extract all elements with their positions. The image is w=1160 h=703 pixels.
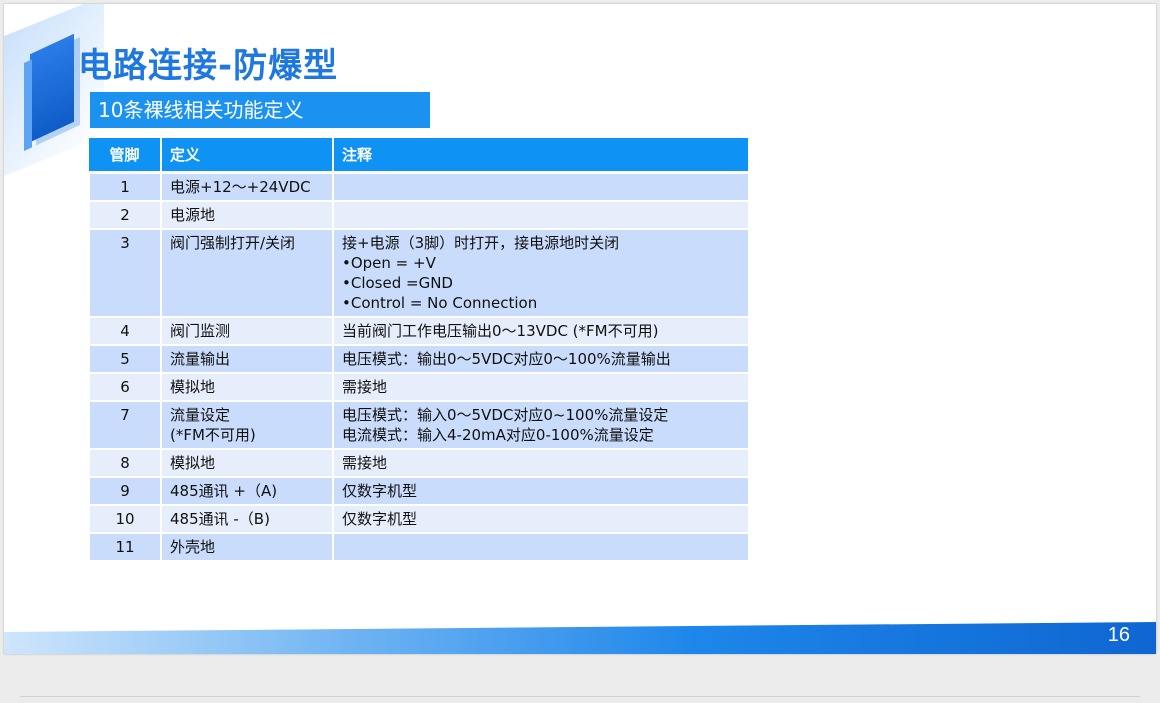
table-row: 10 485通讯 -（B) 仅数字机型	[88, 504, 750, 534]
table-row: 11 外壳地	[88, 532, 750, 562]
note-line: •Open = +V	[342, 254, 436, 272]
header-definition: 定义	[161, 138, 334, 174]
note-cell: 电压模式：输出0～5VDC对应0～100%流量输出	[332, 344, 750, 374]
section-subtitle: 10条裸线相关功能定义	[90, 92, 430, 128]
pin-number-cell: 5	[88, 344, 162, 374]
definition-line: 阀门强制打开/关闭	[170, 234, 296, 252]
note-line: 当前阀门工作电压输出0～13VDC (*FM不可用)	[342, 322, 659, 340]
definition-cell: 流量设定 (*FM不可用)	[160, 400, 334, 450]
note-line: 接+电源（3脚）时打开，接电源地时关闭	[342, 234, 620, 252]
definition-cell: 485通讯 -（B)	[160, 504, 334, 534]
note-cell: 仅数字机型	[332, 476, 750, 506]
slide: 电路连接-防爆型 10条裸线相关功能定义 管脚 定义 注释 1 电源+12～+24…	[4, 4, 1156, 654]
note-cell	[332, 171, 750, 202]
pin-number-cell: 6	[88, 372, 162, 402]
pin-number-cell: 4	[88, 316, 162, 346]
header-pin: 管脚	[89, 138, 162, 174]
note-line: •Closed =GND	[342, 274, 453, 292]
table-row: 3 阀门强制打开/关闭 接+电源（3脚）时打开，接电源地时关闭 •Open = +V •…	[88, 228, 750, 318]
note-line: 需接地	[342, 454, 388, 472]
definition-cell: 阀门监测	[160, 316, 334, 346]
pin-number-cell: 9	[88, 476, 162, 506]
note-line: 需接地	[342, 378, 388, 396]
definition-line: 流量输出	[170, 350, 231, 368]
pin-number-cell: 3	[88, 228, 162, 318]
definition-line: 485通讯 +（A)	[170, 482, 278, 500]
definition-cell: 电源地	[160, 200, 334, 230]
note-line: 电压模式：输出0～5VDC对应0～100%流量输出	[342, 350, 671, 368]
header-note: 注释	[333, 138, 750, 174]
note-line: •Control = No Connection	[342, 294, 538, 312]
note-cell: 需接地	[332, 372, 750, 402]
definition-line: 485通讯 -（B)	[170, 510, 270, 528]
note-line: 仅数字机型	[342, 510, 418, 528]
note-line: 电压模式：输入0～5VDC对应0~100%流量设定	[342, 406, 669, 424]
definition-line: 外壳地	[170, 538, 216, 556]
table-row: 6 模拟地 需接地	[88, 372, 750, 402]
note-cell	[332, 532, 750, 562]
table-row: 1 电源+12～+24VDC	[88, 171, 750, 202]
definition-cell: 485通讯 +（A)	[160, 476, 334, 506]
table-row: 9 485通讯 +（A) 仅数字机型	[88, 476, 750, 506]
definition-line: 流量设定	[170, 406, 231, 424]
definition-cell: 阀门强制打开/关闭	[160, 228, 334, 318]
table-header-row: 管脚 定义 注释	[89, 138, 750, 174]
pin-number-cell: 2	[88, 200, 162, 230]
definition-cell: 流量输出	[160, 344, 334, 374]
note-line: 电流模式：输入4-20mA对应0-100%流量设定	[342, 426, 654, 444]
pin-definition-table: 管脚 定义 注释 1 电源+12～+24VDC 2 电源地 3 阀门强制打开/关闭 接+…	[88, 138, 750, 562]
page-number: 16	[1107, 624, 1130, 646]
definition-cell: 模拟地	[160, 448, 334, 478]
definition-line: 阀门监测	[170, 322, 231, 340]
table-body: 1 电源+12～+24VDC 2 电源地 3 阀门强制打开/关闭 接+电源（3脚）时打开…	[88, 171, 750, 562]
table-row: 7 流量设定 (*FM不可用) 电压模式：输入0～5VDC对应0~100%流量设定 电流…	[88, 400, 750, 450]
note-cell: 需接地	[332, 448, 750, 478]
pin-number-cell: 7	[88, 400, 162, 450]
definition-line: 模拟地	[170, 378, 216, 396]
definition-cell: 模拟地	[160, 372, 334, 402]
footer-bar	[4, 622, 1156, 654]
note-cell: 电压模式：输入0～5VDC对应0~100%流量设定 电流模式：输入4-20mA对应…	[332, 400, 750, 450]
table-row: 8 模拟地 需接地	[88, 448, 750, 478]
definition-line: (*FM不可用)	[170, 426, 256, 444]
note-line: 仅数字机型	[342, 482, 418, 500]
slide-title: 电路连接-防爆型	[78, 46, 339, 86]
definition-cell: 外壳地	[160, 532, 334, 562]
pin-number-cell: 8	[88, 448, 162, 478]
note-cell	[332, 200, 750, 230]
note-cell: 当前阀门工作电压输出0～13VDC (*FM不可用)	[332, 316, 750, 346]
note-cell: 接+电源（3脚）时打开，接电源地时关闭 •Open = +V •Closed =GN…	[332, 228, 750, 318]
definition-cell: 电源+12～+24VDC	[160, 171, 334, 202]
pin-number-cell: 11	[88, 532, 162, 562]
note-cell: 仅数字机型	[332, 504, 750, 534]
pin-number-cell: 1	[88, 171, 162, 202]
definition-line: 模拟地	[170, 454, 216, 472]
table-row: 4 阀门监测 当前阀门工作电压输出0～13VDC (*FM不可用)	[88, 316, 750, 346]
table-row: 2 电源地	[88, 200, 750, 230]
definition-line: 电源地	[170, 206, 216, 224]
table-row: 5 流量输出 电压模式：输出0～5VDC对应0～100%流量输出	[88, 344, 750, 374]
definition-line: 电源+12～+24VDC	[170, 178, 311, 196]
pin-number-cell: 10	[88, 504, 162, 534]
